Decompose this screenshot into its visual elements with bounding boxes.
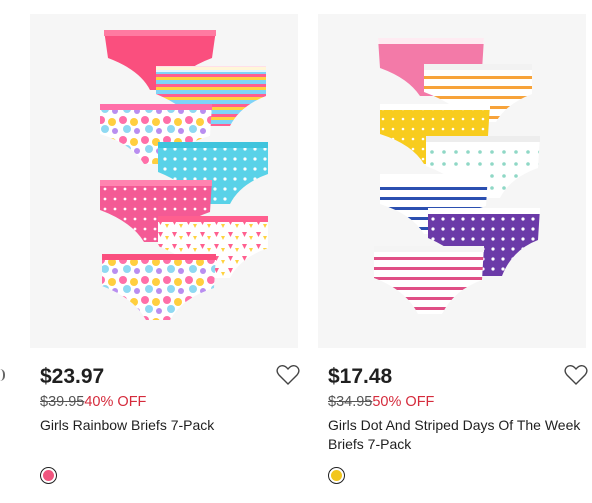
sale-price: $17.48: [328, 365, 393, 388]
rainbow-briefs-icon: [100, 30, 268, 320]
discount-label: 40% OFF: [84, 394, 147, 410]
original-price: $39.95: [40, 394, 85, 410]
price-row: $34.9550% OFF: [328, 394, 434, 410]
product-card[interactable]: $17.48 $34.9550% OFF Girls Dot And Strip…: [318, 0, 588, 503]
price-row: $39.9540% OFF: [40, 394, 146, 410]
dot-striped-briefs-icon: [374, 38, 540, 314]
original-price: $34.95: [328, 394, 373, 410]
product-title[interactable]: Girls Dot And Striped Days Of The Week B…: [328, 416, 588, 454]
heart-outline-icon[interactable]: [276, 364, 300, 386]
color-swatch-pink[interactable]: [40, 467, 57, 484]
previous-card-heart-edge: [0, 369, 5, 381]
product-title[interactable]: Girls Rainbow Briefs 7-Pack: [40, 416, 300, 435]
product-image[interactable]: [30, 14, 298, 348]
color-swatch-yellow[interactable]: [328, 467, 345, 484]
product-image[interactable]: [318, 14, 586, 348]
sale-price: $23.97: [40, 365, 105, 388]
product-card[interactable]: $23.97 $39.9540% OFF Girls Rainbow Brief…: [30, 0, 300, 503]
heart-outline-icon[interactable]: [564, 364, 588, 386]
discount-label: 50% OFF: [372, 394, 435, 410]
